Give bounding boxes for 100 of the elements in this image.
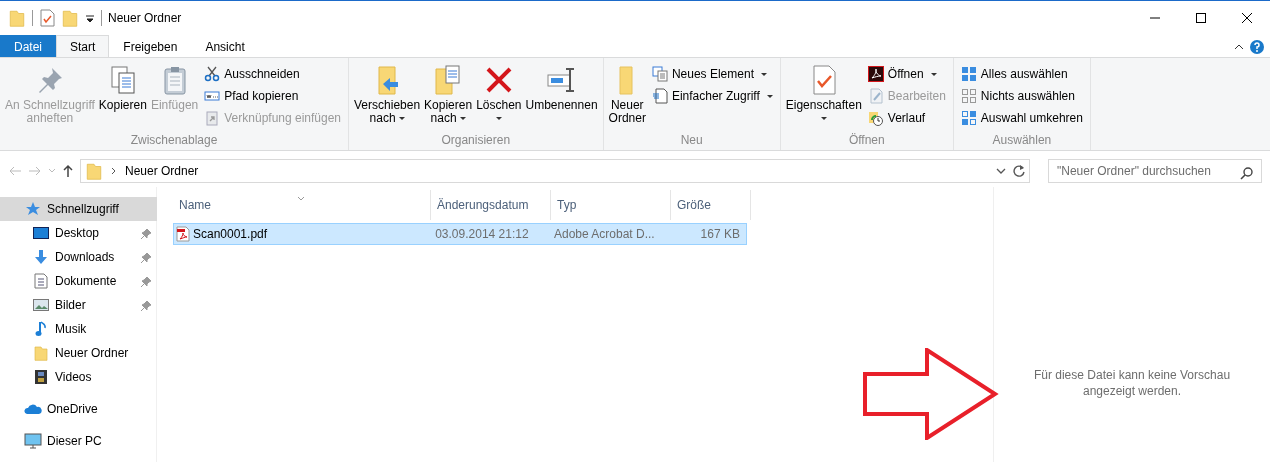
sort-icon <box>297 196 305 202</box>
pin-icon <box>141 276 151 287</box>
ribbon-tab[interactable]: Datei <box>0 35 56 57</box>
ribbon-tab[interactable]: Ansicht <box>191 35 259 57</box>
help-icon <box>1250 40 1264 54</box>
music-note-icon <box>35 321 47 337</box>
star-icon <box>25 201 41 217</box>
column-header[interactable]: Name <box>173 190 431 220</box>
ribbon-button[interactable]: Löschen <box>475 62 523 132</box>
download-icon <box>33 249 49 265</box>
pdf-icon <box>867 66 884 82</box>
back-icon <box>8 164 22 177</box>
ribbon-tab[interactable]: Start <box>56 35 110 57</box>
refresh-icon <box>1012 163 1026 178</box>
nav-item[interactable]: Bilder <box>0 293 157 317</box>
table-cell-text: 03.09.2014 21:12 <box>434 226 530 243</box>
pdf-file-icon <box>176 226 190 242</box>
caret-icon <box>760 72 767 76</box>
ribbon-button[interactable]: Kopieren <box>97 62 148 132</box>
caret-icon <box>459 117 466 121</box>
column-header[interactable]: Größe <box>671 190 751 220</box>
nav-item[interactable]: Desktop <box>0 221 157 245</box>
group-label: Auswählen <box>991 132 1053 148</box>
preview-message: Für diese Datei kann keine Vorschau angezeigt werden. <box>1032 367 1232 400</box>
ribbon-button[interactable]: Verschieben nach <box>353 62 422 132</box>
group-label: Organisieren <box>440 132 512 148</box>
new-item-icon <box>651 66 668 82</box>
ribbon-button[interactable]: Pfad kopieren <box>201 85 345 107</box>
group-label: Zwischenablage <box>129 132 219 148</box>
film-icon <box>34 369 48 385</box>
window-title: Neuer Ordner <box>108 10 182 27</box>
ribbon-button[interactable]: Kopieren nach <box>423 62 474 132</box>
ribbon-button[interactable]: Neues Element <box>648 63 776 85</box>
history-icon <box>867 110 884 126</box>
partial-grid-icon <box>960 110 977 126</box>
caret-icon <box>495 117 502 120</box>
ribbon-button[interactable]: Alles auswählen <box>957 63 1086 85</box>
pin-icon <box>141 252 151 263</box>
caret-icon <box>398 117 405 121</box>
ribbon-button[interactable]: Umbenennen <box>524 62 599 132</box>
ribbon-button[interactable]: Verlauf <box>864 107 949 129</box>
dropdown-icon <box>996 166 1006 175</box>
nav-item[interactable]: OneDrive <box>0 397 157 421</box>
document-icon <box>651 88 668 104</box>
nav-item[interactable]: Dokumente <box>0 269 157 293</box>
nav-item[interactable]: Videos <box>0 365 157 389</box>
search-field[interactable]: "Neuer Ordner" durchsuchen <box>1048 158 1262 183</box>
nav-item[interactable]: Neuer Ordner <box>0 341 157 365</box>
ribbon-button[interactable]: Ausschneiden <box>201 63 345 85</box>
group-label: Neu <box>679 132 704 148</box>
maximize-icon <box>1196 13 1206 23</box>
ribbon-button[interactable]: Eigenschaften <box>784 62 863 132</box>
address-bar[interactable]: Neuer Ordner <box>80 158 1030 183</box>
pin-icon <box>141 300 151 311</box>
folder-icon <box>61 9 79 27</box>
properties-icon <box>39 9 55 27</box>
ribbon-button[interactable]: Öffnen <box>864 63 949 85</box>
folder-icon <box>33 345 49 361</box>
chevron-icon <box>48 167 56 174</box>
ribbon-button[interactable]: Neuer Ordner <box>607 62 647 132</box>
caret-icon <box>766 94 773 98</box>
table-cell: Scan0001.pdf <box>174 224 430 244</box>
ribbon-button[interactable]: Nichts auswählen <box>957 85 1086 107</box>
group-label: Öffnen <box>847 132 886 148</box>
caret-icon <box>820 117 827 120</box>
path-icon <box>204 88 221 104</box>
search-icon <box>1240 166 1254 181</box>
empty-grid-icon <box>960 88 977 104</box>
nav-item[interactable]: Musik <box>0 317 157 341</box>
folder-icon <box>85 161 103 180</box>
customize-icon <box>85 13 95 23</box>
folder-icon <box>8 9 26 27</box>
grid-icon <box>960 66 977 82</box>
nav-item[interactable]: Dieser PC <box>0 429 157 453</box>
desktop-icon <box>33 226 49 240</box>
ribbon-button[interactable]: Auswahl umkehren <box>957 107 1086 129</box>
column-header[interactable]: Typ <box>551 190 671 220</box>
cloud-icon <box>24 402 42 416</box>
shortcut-icon <box>204 110 221 126</box>
nav-item[interactable]: Schnellzugriff <box>0 197 157 221</box>
forward-icon <box>28 164 42 177</box>
caret-icon <box>930 72 937 76</box>
breadcrumb[interactable]: Neuer Ordner <box>125 161 199 180</box>
file-row[interactable]: Scan0001.pdf 03.09.2014 21:12 Adobe Acrobat D... 167 KB <box>173 223 747 245</box>
up-icon <box>62 163 74 178</box>
table-cell-text: Adobe Acrobat D... <box>552 226 656 243</box>
chevron-icon <box>111 166 117 175</box>
document-icon <box>34 273 48 289</box>
table-cell-text: 167 KB <box>699 226 741 243</box>
close-icon <box>1242 13 1252 23</box>
computer-icon <box>24 433 42 449</box>
ribbon-tab[interactable]: Freigeben <box>109 35 192 57</box>
ribbon-button[interactable]: Einfacher Zugriff <box>648 85 776 107</box>
nav-item[interactable]: Downloads <box>0 245 157 269</box>
pin-icon <box>141 228 151 239</box>
column-header[interactable]: Änderungsdatum <box>431 190 551 220</box>
scissors-icon <box>204 66 221 82</box>
collapse-icon <box>1234 43 1244 51</box>
image-icon <box>33 298 49 312</box>
edit-document-icon <box>867 88 884 104</box>
